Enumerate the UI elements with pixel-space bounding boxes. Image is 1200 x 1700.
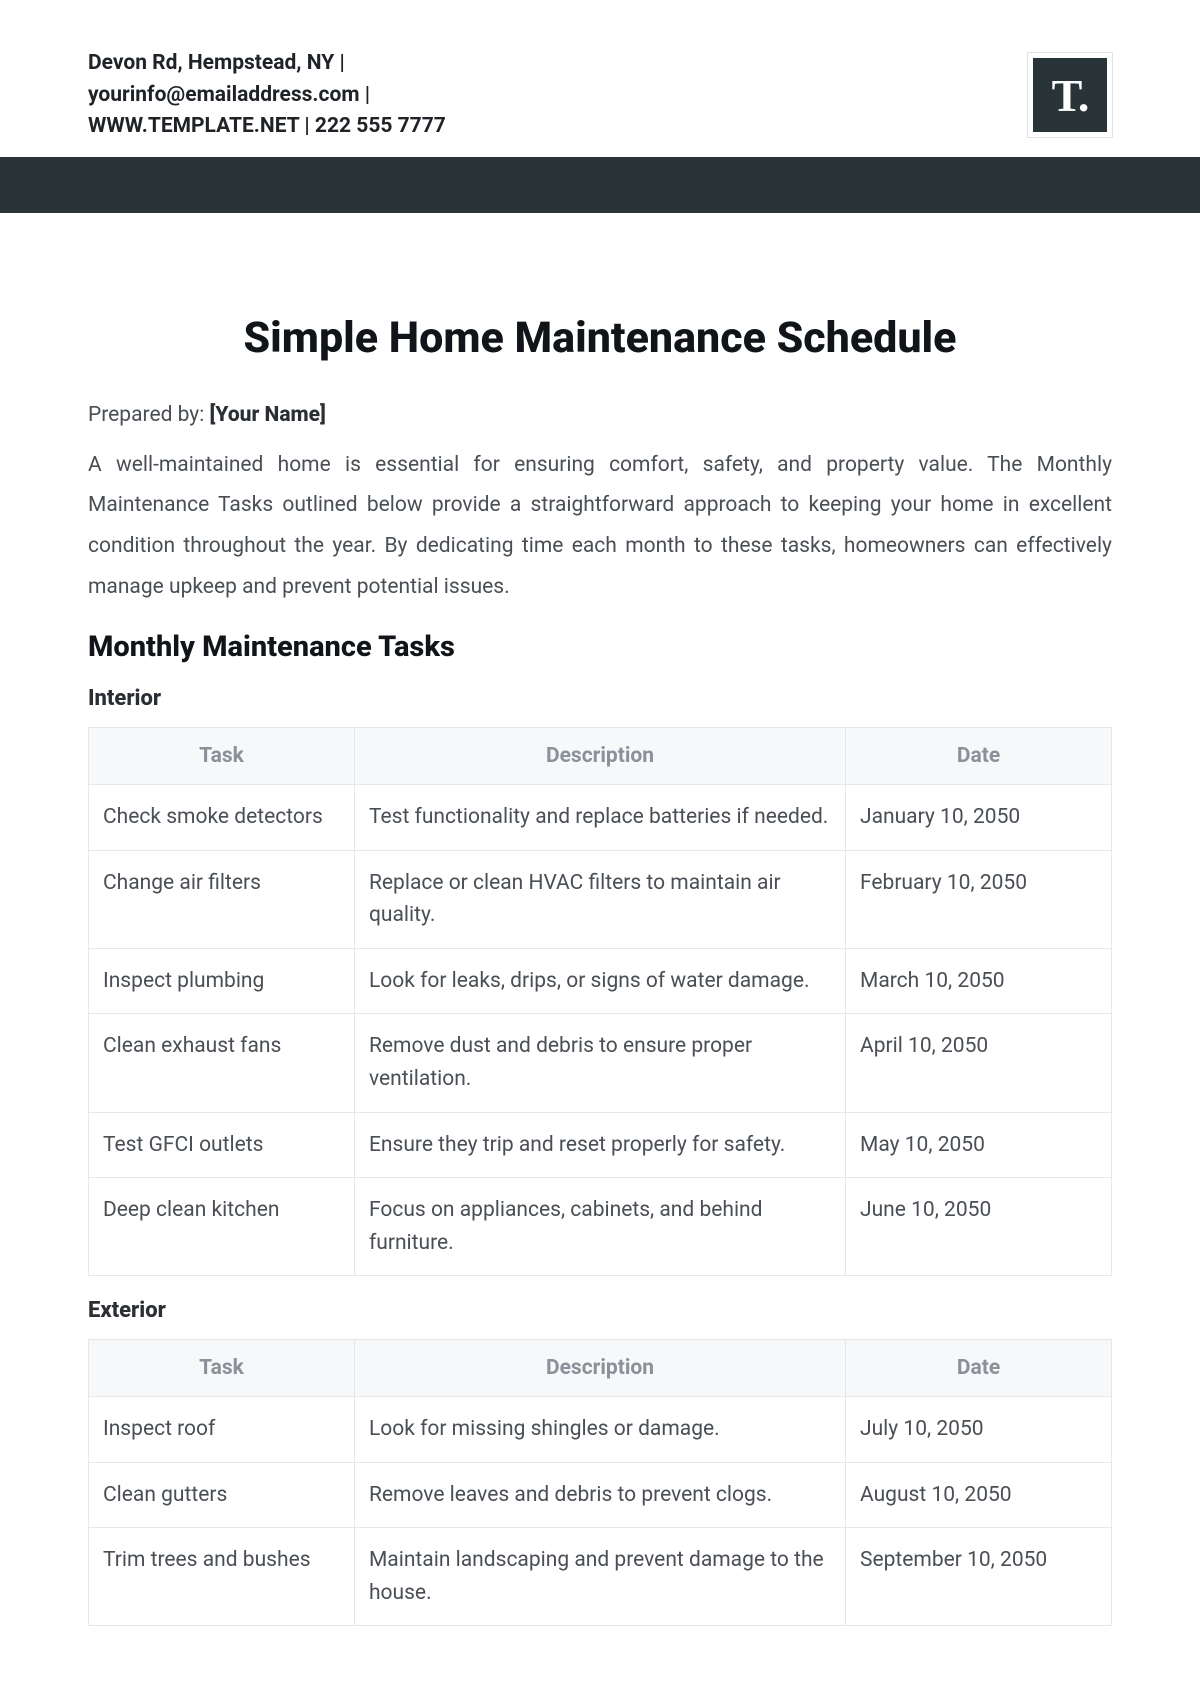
content-area: Simple Home Maintenance Schedule Prepare… — [0, 213, 1200, 1627]
table-row: Clean exhaust fans Remove dust and debri… — [89, 1014, 1112, 1112]
cell-date: September 10, 2050 — [846, 1528, 1112, 1626]
cell-description: Test functionality and replace batteries… — [354, 785, 845, 851]
prepared-by-label: Prepared by: — [88, 403, 210, 427]
contact-line-3: WWW.TEMPLATE.NET | 222 555 7777 — [88, 111, 446, 143]
cell-description: Look for missing shingles or damage. — [354, 1397, 845, 1463]
document-page: Devon Rd, Hempstead, NY | yourinfo@email… — [0, 0, 1200, 1700]
table-row: Inspect roof Look for missing shingles o… — [89, 1397, 1112, 1463]
cell-date: August 10, 2050 — [846, 1462, 1112, 1528]
subsection-heading-interior: Interior — [88, 686, 1112, 711]
table-row: Deep clean kitchen Focus on appliances, … — [89, 1178, 1112, 1276]
cell-date: May 10, 2050 — [846, 1112, 1112, 1178]
col-header-description: Description — [354, 728, 845, 785]
col-header-date: Date — [846, 728, 1112, 785]
header-banner — [0, 157, 1200, 213]
cell-description: Remove leaves and debris to prevent clog… — [354, 1462, 845, 1528]
col-header-task: Task — [89, 1340, 355, 1397]
section-heading-monthly: Monthly Maintenance Tasks — [88, 630, 1112, 664]
cell-date: January 10, 2050 — [846, 785, 1112, 851]
cell-task: Inspect plumbing — [89, 948, 355, 1014]
cell-task: Trim trees and bushes — [89, 1528, 355, 1626]
cell-description: Remove dust and debris to ensure proper … — [354, 1014, 845, 1112]
col-header-date: Date — [846, 1340, 1112, 1397]
intro-paragraph: A well-maintained home is essential for … — [88, 445, 1112, 609]
header-row: Devon Rd, Hempstead, NY | yourinfo@email… — [0, 0, 1200, 157]
table-row: Trim trees and bushes Maintain landscapi… — [89, 1528, 1112, 1626]
col-header-description: Description — [354, 1340, 845, 1397]
cell-task: Clean gutters — [89, 1462, 355, 1528]
table-row: Inspect plumbing Look for leaks, drips, … — [89, 948, 1112, 1014]
cell-description: Replace or clean HVAC filters to maintai… — [354, 850, 845, 948]
table-header-row: Task Description Date — [89, 728, 1112, 785]
table-row: Change air filters Replace or clean HVAC… — [89, 850, 1112, 948]
brand-logo-text: T. — [1052, 69, 1089, 122]
table-header-row: Task Description Date — [89, 1340, 1112, 1397]
cell-date: July 10, 2050 — [846, 1397, 1112, 1463]
col-header-task: Task — [89, 728, 355, 785]
table-row: Clean gutters Remove leaves and debris t… — [89, 1462, 1112, 1528]
cell-description: Focus on appliances, cabinets, and behin… — [354, 1178, 845, 1276]
cell-date: March 10, 2050 — [846, 948, 1112, 1014]
cell-task: Deep clean kitchen — [89, 1178, 355, 1276]
interior-tasks-table: Task Description Date Check smoke detect… — [88, 727, 1112, 1276]
cell-description: Ensure they trip and reset properly for … — [354, 1112, 845, 1178]
cell-task: Inspect roof — [89, 1397, 355, 1463]
cell-description: Look for leaks, drips, or signs of water… — [354, 948, 845, 1014]
cell-date: February 10, 2050 — [846, 850, 1112, 948]
subsection-heading-exterior: Exterior — [88, 1298, 1112, 1323]
cell-task: Check smoke detectors — [89, 785, 355, 851]
cell-date: June 10, 2050 — [846, 1178, 1112, 1276]
contact-line-1: Devon Rd, Hempstead, NY | — [88, 48, 446, 80]
exterior-tasks-table: Task Description Date Inspect roof Look … — [88, 1339, 1112, 1626]
cell-task: Test GFCI outlets — [89, 1112, 355, 1178]
cell-date: April 10, 2050 — [846, 1014, 1112, 1112]
prepared-by-line: Prepared by: [Your Name] — [88, 403, 1112, 427]
table-row: Test GFCI outlets Ensure they trip and r… — [89, 1112, 1112, 1178]
page-title: Simple Home Maintenance Schedule — [88, 313, 1112, 363]
table-row: Check smoke detectors Test functionality… — [89, 785, 1112, 851]
contact-line-2: yourinfo@emailaddress.com | — [88, 80, 446, 112]
prepared-by-value: [Your Name] — [210, 403, 326, 427]
cell-task: Change air filters — [89, 850, 355, 948]
cell-task: Clean exhaust fans — [89, 1014, 355, 1112]
contact-block: Devon Rd, Hempstead, NY | yourinfo@email… — [88, 48, 446, 143]
brand-logo: T. — [1028, 53, 1112, 137]
cell-description: Maintain landscaping and prevent damage … — [354, 1528, 845, 1626]
